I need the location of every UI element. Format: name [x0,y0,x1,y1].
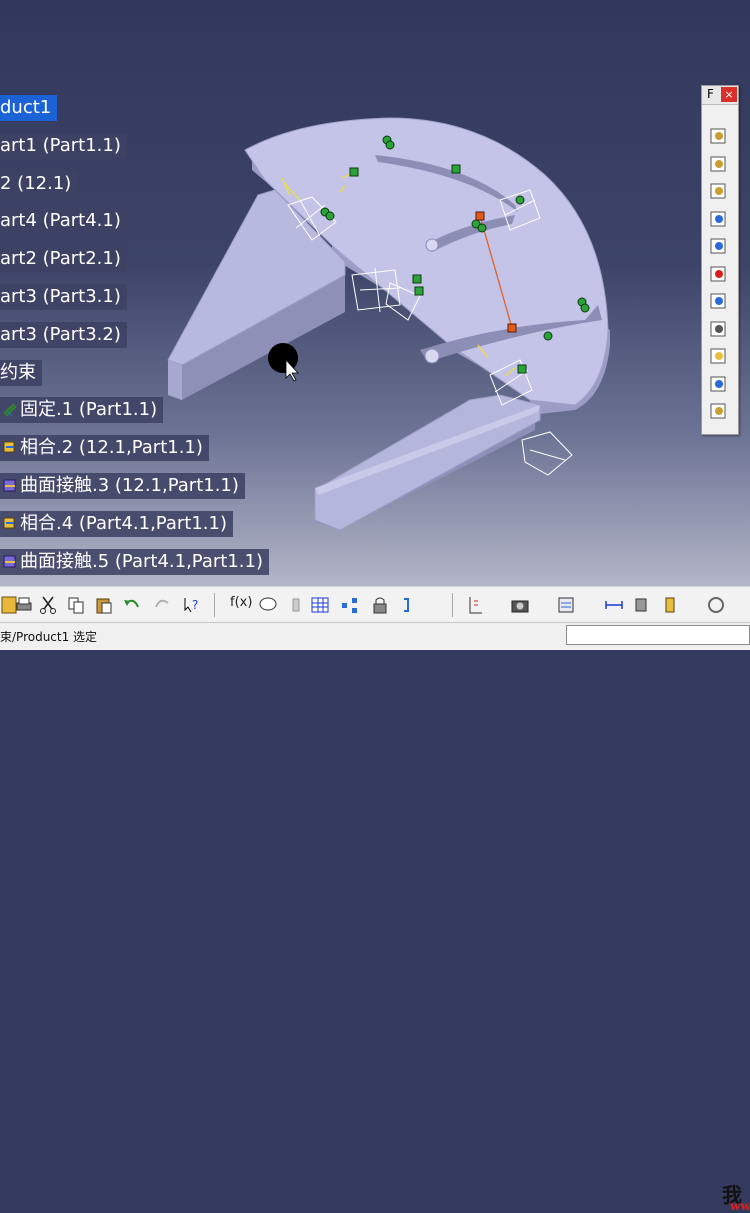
lower-arm-top [314,394,541,531]
watermark-logo: 我 ww [722,1179,750,1213]
tree-item-part[interactable]: art3 (Part3.2) [0,321,127,348]
tree-item-constraint[interactable]: 曲面接触.5 (Part4.1,Part1.1) [0,548,269,575]
knowledge-icon[interactable] [286,595,308,615]
options-icon[interactable] [400,595,422,615]
close-button[interactable]: × [721,87,737,102]
status-text: 束/Product1 选定 [0,630,98,644]
status-bar: 束/Product1 选定 [0,622,750,650]
watermark-bottom: ww [730,1199,750,1213]
numbering-icon[interactable] [708,319,732,341]
tree-expand-icon[interactable] [340,595,362,615]
distance-icon[interactable] [604,595,626,615]
swap-icon[interactable] [556,595,578,615]
undo-icon[interactable] [122,595,144,615]
tree-item-constraint[interactable]: 固定.1 (Part1.1) [0,397,164,424]
tree-item-part[interactable]: art3 (Part3.1) [0,284,127,310]
tree-item-constraint[interactable]: 相合.4 (Part4.1,Part1.1) [0,510,233,537]
middle-pivot [425,238,439,252]
copy-icon[interactable] [66,595,88,615]
lock-icon[interactable] [370,595,392,615]
gear-update-icon[interactable] [708,126,732,148]
cut-icon[interactable] [38,595,60,615]
comment-icon[interactable] [258,595,280,615]
tree-item-constraint[interactable]: 曲面接触.3 (12.1,Part1.1) [0,473,245,499]
tree-item-label: 曲面接触.3 (12.1,Part1.1) [20,475,239,496]
3d-viewport[interactable]: duct1 art1 (Part1.1) 2 (12.1) art4 (Part4.1… [0,0,750,586]
assembly-toolbar: F × [701,85,739,435]
gear-update-all-icon[interactable] [708,154,732,176]
coincidence-constraint-icon [2,513,20,534]
tree-item-part[interactable]: art2 (Part2.1) [0,246,127,273]
tree-item-part[interactable]: art1 (Part1.1) [0,132,127,159]
insert-component-icon[interactable] [708,209,732,231]
surface-contact-constraint-icon [2,551,20,572]
surface-contact-constraint-icon [2,475,20,496]
upper-arm-end [168,360,182,400]
tree-root-product[interactable]: duct1 [0,95,58,121]
redo-icon[interactable] [152,595,174,615]
multi-instantiate-icon[interactable] [708,346,732,368]
section-icon[interactable] [660,595,682,615]
tree-item-part[interactable]: 2 (12.1) [0,170,78,197]
tree-item-label: 相合.4 (Part4.1,Part1.1) [20,512,227,534]
measure-icon[interactable] [464,595,486,615]
fix-constraint-icon [2,399,20,420]
toolbar-titlebar[interactable]: F × [702,86,738,105]
tree-item-constraints[interactable]: 约束 [0,359,42,386]
standard-toolbar: ? f(x) 我 ww [0,586,750,1213]
svg-text:?: ? [192,598,198,612]
replace-component-icon[interactable] [708,264,732,286]
tree-item-label: 曲面接触.5 (Part4.1,Part1.1) [20,550,263,572]
gear-manage-icon[interactable] [708,181,732,203]
tree-item-constraint[interactable]: 相合.2 (12.1,Part1.1) [0,435,209,462]
fast-multi-instantiate-icon[interactable] [708,374,732,396]
whats-this-icon[interactable]: ? [182,595,204,615]
capture-icon[interactable] [510,595,532,615]
tree-item-part[interactable]: art4 (Part4.1) [0,208,127,235]
table-icon[interactable] [310,595,332,615]
reorder-icon[interactable] [708,291,732,313]
paste-icon[interactable] [94,595,116,615]
refresh-icon[interactable] [706,595,728,615]
lower-pivot [424,348,440,364]
coincidence-constraint-icon [2,437,20,458]
tree-item-label: 相合.2 (12.1,Part1.1) [20,437,203,459]
insert-product-icon[interactable] [708,236,732,258]
tree-item-label: 固定.1 (Part1.1) [20,399,158,421]
formula-button[interactable]: f(x) [230,595,252,610]
toolbar-title-glyph: F [707,87,714,101]
command-input[interactable] [566,625,750,645]
print-icon[interactable] [14,595,36,615]
clash-icon[interactable] [632,595,654,615]
defeature-icon[interactable] [708,401,732,423]
